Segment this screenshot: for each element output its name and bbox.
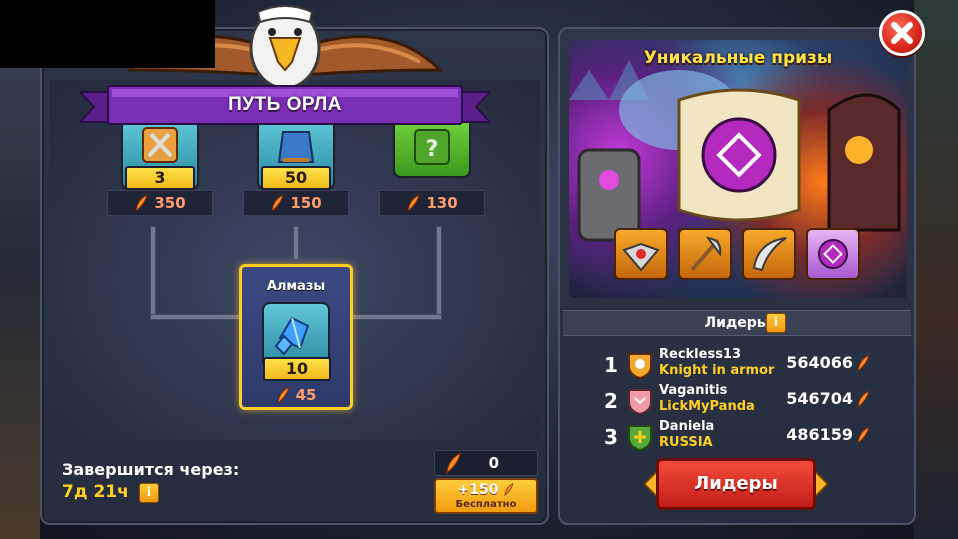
leaderboard-score: 546704	[786, 389, 870, 408]
leaderboard-player-name: Reckless13	[659, 347, 742, 362]
ends-label: Завершится через:	[62, 460, 240, 479]
reward-card-diamonds[interactable]: Алмазы 10 45	[239, 264, 353, 410]
battle-axe-icon[interactable]	[678, 228, 732, 280]
background-right	[914, 0, 958, 539]
feather-icon	[857, 389, 870, 408]
timer-info-button[interactable]: i	[139, 483, 159, 503]
svg-text:?: ?	[426, 137, 439, 162]
leaderboard-title: Лидеры	[704, 315, 770, 331]
reward-cost-value: 45	[295, 386, 317, 404]
reward-card-mystery[interactable]: ? 130	[379, 120, 485, 220]
connector-line	[352, 314, 442, 320]
guild-badge-icon	[628, 389, 652, 415]
feather-icon	[446, 452, 462, 474]
feather-icon	[504, 483, 514, 496]
ribbon-title: ПУТЬ ОРЛА	[228, 94, 342, 115]
leaderboard-rank: 3	[604, 425, 618, 449]
feather-icon	[135, 194, 149, 212]
title-ribbon: ПУТЬ ОРЛА	[80, 82, 490, 128]
curved-blade-icon[interactable]	[742, 228, 796, 280]
leaderboard-guild-name: RUSSIA	[659, 435, 713, 450]
reward-card-swords[interactable]: 3 350	[107, 120, 213, 220]
connector-line	[436, 226, 442, 318]
leaderboard-rank: 1	[604, 353, 618, 377]
feather-icon	[857, 425, 870, 444]
close-button[interactable]	[879, 10, 925, 56]
leaderboard-row[interactable]: 3 Daniela RUSSIA 486159	[604, 419, 874, 453]
ends-time: 7д 21ч	[62, 482, 129, 502]
leaderboard-row[interactable]: 1 Reckless13 Knight in armor 564066	[604, 347, 874, 381]
reward-cost-value: 150	[290, 194, 322, 212]
connector-line	[150, 226, 156, 318]
leaderboard-header: Лидеры	[563, 310, 911, 336]
leaderboard-guild-name: Knight in armor	[659, 363, 775, 378]
feather-counter: 0	[434, 450, 538, 476]
feather-icon	[857, 353, 870, 372]
reward-quantity: 50	[261, 166, 331, 190]
leaderboard-score: 486159	[786, 425, 870, 444]
leaderboard-info-button[interactable]: i	[766, 313, 786, 333]
connector-line	[293, 226, 299, 260]
reward-quantity: 3	[125, 166, 195, 190]
free-feathers-amount: +150	[436, 481, 536, 499]
rune-scroll-icon[interactable]	[806, 228, 860, 280]
close-icon	[891, 22, 913, 44]
leaders-button-label: Лидеры	[656, 458, 816, 510]
free-feathers-button[interactable]: +150 Бесплатно	[434, 478, 538, 514]
reward-cost: 45	[242, 383, 350, 407]
background-left	[0, 0, 40, 539]
reward-cost-value: 130	[426, 194, 458, 212]
connector-line	[150, 314, 242, 320]
prizes-title: Уникальные призы	[643, 48, 833, 68]
leaderboard-guild-name: LickMyPanda	[659, 399, 755, 414]
feather-icon	[276, 386, 290, 404]
reward-cost: 150	[243, 190, 349, 216]
leaderboard-player-name: Vaganitis	[659, 383, 728, 398]
free-feathers-label: Бесплатно	[455, 499, 517, 510]
feather-icon	[271, 194, 285, 212]
mystery-reward-icon: ?	[393, 120, 471, 178]
leaderboard-player-name: Daniela	[659, 419, 715, 434]
leaderboard-rank: 2	[604, 389, 618, 413]
guild-badge-icon	[628, 425, 652, 451]
feather-count: 0	[488, 454, 499, 472]
diamonds-icon	[262, 302, 330, 364]
guild-badge-icon	[628, 353, 652, 379]
leaders-button[interactable]: Лидеры	[644, 458, 828, 510]
redacted-corner	[0, 0, 215, 68]
leaderboard-score: 564066	[786, 353, 870, 372]
reward-cost: 130	[379, 190, 485, 216]
reward-quantity: 10	[263, 357, 331, 381]
leaderboard-row[interactable]: 2 Vaganitis LickMyPanda 546704	[604, 383, 874, 417]
reward-title: Алмазы	[266, 279, 326, 294]
winged-amulet-icon[interactable]	[614, 228, 668, 280]
reward-cost-value: 350	[154, 194, 186, 212]
reward-card-armor[interactable]: 50 150	[243, 120, 349, 220]
reward-cost: 350	[107, 190, 213, 216]
feather-icon	[407, 194, 421, 212]
